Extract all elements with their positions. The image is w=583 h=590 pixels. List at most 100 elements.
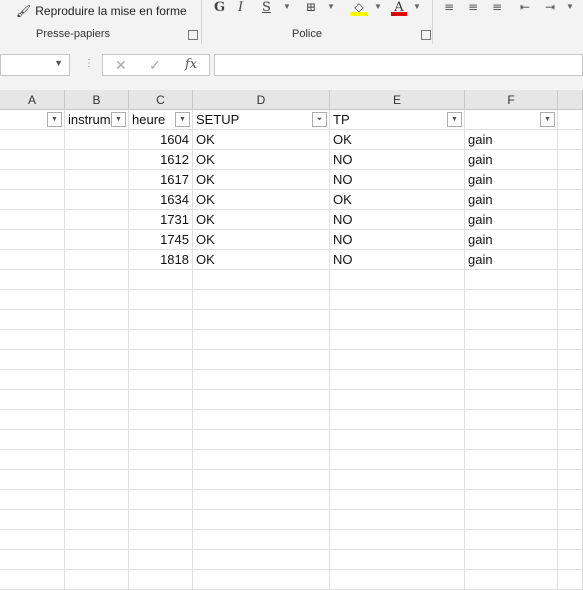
table-cell[interactable]: [65, 510, 129, 530]
filter-dropdown-icon[interactable]: ▼: [175, 112, 190, 127]
table-cell[interactable]: [0, 430, 65, 450]
table-cell[interactable]: [65, 290, 129, 310]
table-cell[interactable]: [465, 370, 558, 390]
table-cell[interactable]: [330, 430, 465, 450]
table-cell[interactable]: [0, 170, 65, 190]
table-cell[interactable]: 1634: [129, 190, 193, 210]
column-header[interactable]: F: [465, 90, 558, 110]
table-cell[interactable]: [129, 510, 193, 530]
table-cell[interactable]: [193, 550, 330, 570]
table-cell[interactable]: [193, 490, 330, 510]
table-cell[interactable]: [558, 490, 583, 510]
table-cell[interactable]: [65, 190, 129, 210]
table-cell[interactable]: gain: [465, 150, 558, 170]
table-cell[interactable]: [558, 390, 583, 410]
table-cell[interactable]: [129, 410, 193, 430]
table-cell[interactable]: [129, 350, 193, 370]
table-cell[interactable]: OK: [193, 150, 330, 170]
table-cell[interactable]: [330, 490, 465, 510]
table-cell[interactable]: [465, 290, 558, 310]
table-cell[interactable]: [129, 490, 193, 510]
table-cell[interactable]: [65, 350, 129, 370]
table-cell[interactable]: 1745: [129, 230, 193, 250]
table-cell[interactable]: OK: [193, 250, 330, 270]
table-cell[interactable]: 1818: [129, 250, 193, 270]
table-cell[interactable]: [65, 170, 129, 190]
table-cell[interactable]: [0, 290, 65, 310]
table-cell[interactable]: [558, 250, 583, 270]
table-cell[interactable]: [558, 510, 583, 530]
formula-input[interactable]: [214, 54, 583, 76]
table-cell[interactable]: gain: [465, 230, 558, 250]
table-cell[interactable]: [0, 350, 65, 370]
filter-dropdown-icon[interactable]: ▼: [111, 112, 126, 127]
table-cell[interactable]: [0, 230, 65, 250]
filter-dropdown-icon[interactable]: ▼: [540, 112, 555, 127]
table-cell[interactable]: [65, 390, 129, 410]
column-header[interactable]: B: [65, 90, 129, 110]
table-cell[interactable]: NO: [330, 150, 465, 170]
table-cell[interactable]: [465, 410, 558, 430]
table-cell[interactable]: OK: [193, 130, 330, 150]
table-cell[interactable]: [0, 130, 65, 150]
table-cell[interactable]: [330, 370, 465, 390]
table-cell[interactable]: [0, 150, 65, 170]
table-cell[interactable]: NO: [330, 210, 465, 230]
table-cell[interactable]: [558, 270, 583, 290]
table-cell[interactable]: [193, 290, 330, 310]
table-cell[interactable]: [193, 390, 330, 410]
table-cell[interactable]: [465, 470, 558, 490]
table-cell[interactable]: [65, 470, 129, 490]
table-cell[interactable]: [558, 550, 583, 570]
table-cell[interactable]: gain: [465, 250, 558, 270]
align-left-icon[interactable]: ≡: [444, 0, 454, 14]
table-cell[interactable]: [193, 350, 330, 370]
chevron-down-icon[interactable]: ▼: [374, 2, 382, 11]
table-cell[interactable]: 1612: [129, 150, 193, 170]
table-cell[interactable]: [465, 570, 558, 590]
table-cell[interactable]: [129, 450, 193, 470]
table-cell[interactable]: [465, 430, 558, 450]
table-cell[interactable]: [65, 570, 129, 590]
table-cell[interactable]: [558, 170, 583, 190]
table-cell[interactable]: [193, 270, 330, 290]
table-cell[interactable]: [65, 550, 129, 570]
table-cell[interactable]: [65, 310, 129, 330]
table-cell[interactable]: [0, 190, 65, 210]
table-cell[interactable]: [65, 130, 129, 150]
table-cell[interactable]: [65, 370, 129, 390]
table-cell[interactable]: [558, 290, 583, 310]
table-cell[interactable]: [465, 510, 558, 530]
table-cell[interactable]: [129, 370, 193, 390]
table-cell[interactable]: [0, 410, 65, 430]
table-cell[interactable]: [465, 530, 558, 550]
table-cell[interactable]: NO: [330, 230, 465, 250]
table-cell[interactable]: [65, 230, 129, 250]
table-cell[interactable]: [0, 490, 65, 510]
table-cell[interactable]: [65, 530, 129, 550]
cancel-icon[interactable]: ✕: [115, 57, 127, 74]
table-header-cell[interactable]: SETUP: [193, 110, 330, 130]
table-cell[interactable]: [129, 290, 193, 310]
table-cell[interactable]: [65, 430, 129, 450]
align-right-icon[interactable]: ≡: [492, 0, 502, 14]
table-cell[interactable]: [330, 410, 465, 430]
table-cell[interactable]: [0, 450, 65, 470]
table-cell[interactable]: [129, 390, 193, 410]
table-cell[interactable]: [193, 450, 330, 470]
table-cell[interactable]: [330, 530, 465, 550]
table-cell[interactable]: OK: [330, 130, 465, 150]
table-cell[interactable]: gain: [465, 130, 558, 150]
table-cell[interactable]: [465, 310, 558, 330]
font-color-button[interactable]: A: [391, 0, 407, 16]
table-cell[interactable]: [330, 310, 465, 330]
table-cell[interactable]: [330, 290, 465, 310]
table-cell[interactable]: [65, 330, 129, 350]
spreadsheet-grid[interactable]: A B C D E Finstrum heure SETUP TP ▼ ▼ ▼ ⏷ ▼ ▼ 1604 OK OK g…: [0, 90, 583, 590]
table-cell[interactable]: [558, 350, 583, 370]
table-cell[interactable]: [129, 530, 193, 550]
filter-dropdown-icon[interactable]: ▼: [447, 112, 462, 127]
table-cell[interactable]: OK: [193, 230, 330, 250]
table-cell[interactable]: [0, 270, 65, 290]
chevron-down-icon[interactable]: ▼: [283, 2, 291, 11]
